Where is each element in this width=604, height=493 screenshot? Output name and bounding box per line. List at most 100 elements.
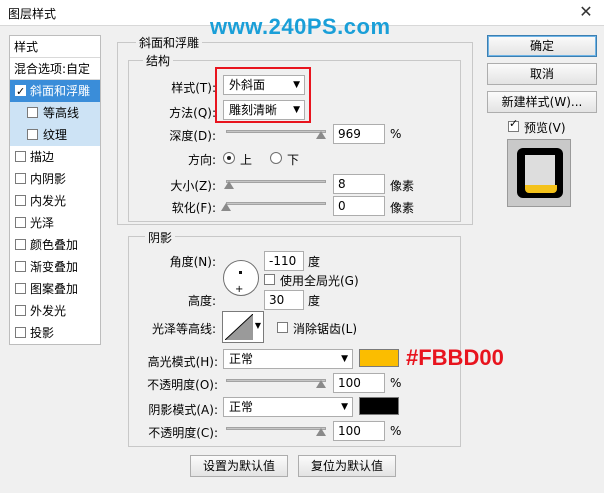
window-title: 图层样式	[8, 7, 57, 21]
direction-down-label[interactable]: 下	[287, 151, 299, 168]
depth-slider-thumb[interactable]	[316, 131, 326, 139]
shadow-color-swatch[interactable]	[359, 397, 399, 415]
highlight-opacity-input[interactable]: 100	[333, 373, 385, 393]
reset-default-button[interactable]: 复位为默认值	[298, 455, 396, 477]
gloss-contour-label: 光泽等高线:	[151, 322, 216, 336]
style-item-checkbox[interactable]	[15, 327, 26, 338]
style-item[interactable]: 纹理	[10, 124, 100, 146]
soften-input[interactable]: 0	[333, 196, 385, 216]
preview-shape-inner	[525, 155, 555, 185]
shadow-opacity-thumb[interactable]	[316, 428, 326, 436]
style-item-label: 颜色叠加	[30, 238, 79, 252]
style-item[interactable]: 内发光	[10, 190, 100, 212]
highlight-opacity-slider[interactable]	[226, 379, 326, 382]
chevron-down-icon[interactable]: ▼	[255, 321, 261, 330]
style-item-checkbox[interactable]	[15, 151, 26, 162]
angle-label: 角度(N):	[169, 255, 216, 269]
soften-slider[interactable]	[226, 202, 326, 205]
soften-slider-thumb[interactable]	[221, 203, 231, 211]
bevel-emboss-title: 斜面和浮雕	[136, 34, 203, 51]
style-item[interactable]: 颜色叠加	[10, 234, 100, 256]
bevel-style-value: 外斜面	[229, 78, 266, 92]
technique-label: 方法(Q):	[169, 106, 216, 120]
style-item-checkbox[interactable]	[15, 305, 26, 316]
style-item[interactable]: 图案叠加	[10, 278, 100, 300]
style-item[interactable]: 斜面和浮雕	[10, 80, 100, 103]
style-list-header[interactable]: 样式	[10, 36, 100, 58]
altitude-input[interactable]: 30	[264, 290, 304, 310]
style-item-label: 斜面和浮雕	[30, 84, 91, 98]
ok-button[interactable]: 确定	[487, 35, 597, 57]
style-label: 样式(T):	[171, 81, 216, 95]
angle-unit: 度	[308, 255, 321, 269]
shading-title: 阴影	[145, 229, 176, 246]
new-style-button[interactable]: 新建样式(W)...	[487, 91, 597, 113]
global-light-label[interactable]: 使用全局光(G)	[280, 272, 359, 289]
style-item-checkbox[interactable]	[15, 261, 26, 272]
size-slider[interactable]	[226, 180, 326, 183]
chevron-down-icon: ▼	[341, 354, 348, 364]
shadow-opacity-slider[interactable]	[226, 427, 326, 430]
style-item-label: 外发光	[30, 304, 67, 318]
technique-value: 雕刻清晰	[229, 103, 278, 117]
style-preview-thumbnail	[507, 139, 571, 207]
shadow-opacity-unit: %	[390, 424, 402, 438]
size-input[interactable]: 8	[333, 174, 385, 194]
style-item[interactable]: 投影	[10, 322, 100, 344]
highlight-mode-select[interactable]: 正常 ▼	[223, 349, 353, 369]
make-default-button[interactable]: 设置为默认值	[190, 455, 288, 477]
preview-label[interactable]: 预览(V)	[524, 119, 566, 136]
style-item-checkbox[interactable]	[15, 81, 26, 103]
bevel-style-select[interactable]: 外斜面 ▼	[223, 75, 305, 95]
style-item-checkbox[interactable]	[15, 239, 26, 250]
style-item-label: 描边	[30, 150, 55, 164]
style-item[interactable]: 等高线	[10, 102, 100, 124]
direction-up-label[interactable]: 上	[240, 151, 252, 168]
highlight-mode-label: 高光模式(H):	[147, 355, 218, 369]
style-item[interactable]: 外发光	[10, 300, 100, 322]
direction-up-radio[interactable]	[223, 152, 235, 164]
size-label: 大小(Z):	[170, 179, 216, 193]
angle-dial[interactable]: +	[223, 260, 259, 296]
shadow-mode-select[interactable]: 正常 ▼	[223, 397, 353, 417]
style-item[interactable]: 描边	[10, 146, 100, 168]
highlight-opacity-thumb[interactable]	[316, 380, 326, 388]
cancel-button[interactable]: 取消	[487, 63, 597, 85]
direction-label: 方向:	[187, 153, 216, 167]
depth-input[interactable]: 969	[333, 124, 385, 144]
style-item[interactable]: 渐变叠加	[10, 256, 100, 278]
style-item[interactable]: 内阴影	[10, 168, 100, 190]
gloss-contour-picker[interactable]: ▼	[222, 311, 264, 343]
style-item-checkbox[interactable]	[27, 107, 38, 118]
technique-select[interactable]: 雕刻清晰 ▼	[223, 100, 305, 120]
style-list: 样式 混合选项:自定 斜面和浮雕等高线纹理描边内阴影内发光光泽颜色叠加渐变叠加图…	[9, 35, 101, 345]
chevron-down-icon: ▼	[341, 402, 348, 412]
style-item-checkbox[interactable]	[15, 217, 26, 228]
shadow-opacity-input[interactable]: 100	[333, 421, 385, 441]
close-icon[interactable]: ✕	[568, 0, 604, 26]
preview-highlight	[525, 185, 557, 193]
antialias-checkbox[interactable]	[277, 322, 288, 333]
style-item-checkbox[interactable]	[15, 283, 26, 294]
depth-slider[interactable]	[226, 130, 326, 133]
global-light-checkbox[interactable]	[264, 274, 275, 285]
style-item-label: 投影	[30, 326, 55, 340]
soften-unit: 像素	[390, 201, 415, 215]
structure-title: 结构	[143, 52, 174, 69]
style-item-checkbox[interactable]	[27, 129, 38, 140]
direction-down-radio[interactable]	[270, 152, 282, 164]
antialias-label[interactable]: 消除锯齿(L)	[293, 320, 357, 337]
highlight-opacity-unit: %	[390, 376, 402, 390]
shadow-mode-label: 阴影模式(A):	[148, 403, 218, 417]
contour-curve-icon	[225, 314, 253, 340]
style-item-label: 光泽	[30, 216, 55, 230]
angle-input[interactable]: -110	[264, 251, 304, 271]
style-item[interactable]: 光泽	[10, 212, 100, 234]
blend-options-item[interactable]: 混合选项:自定	[10, 58, 100, 80]
highlight-color-swatch[interactable]	[359, 349, 399, 367]
preview-checkbox[interactable]	[508, 117, 519, 132]
size-slider-thumb[interactable]	[223, 181, 234, 189]
style-item-checkbox[interactable]	[15, 195, 26, 206]
style-item-checkbox[interactable]	[15, 173, 26, 184]
size-unit: 像素	[390, 179, 415, 193]
